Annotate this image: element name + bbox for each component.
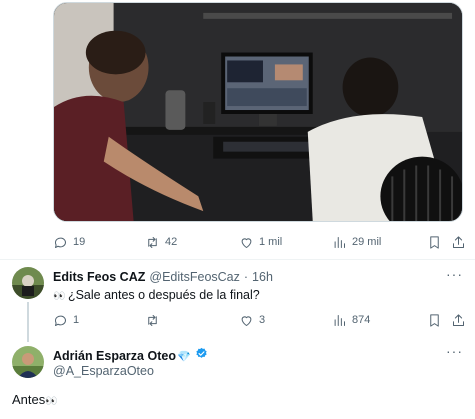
thread-line bbox=[27, 302, 29, 342]
retweet-button[interactable] bbox=[145, 313, 165, 328]
speech-bubble-icon bbox=[54, 237, 66, 248]
author-name[interactable]: Edits Feos CAZ bbox=[53, 270, 145, 284]
avatar[interactable] bbox=[12, 267, 44, 299]
like-count: 3 bbox=[259, 314, 266, 326]
reply-header: Edits Feos CAZ @EditsFeosCaz · 16h bbox=[53, 270, 273, 284]
editing-room-photo bbox=[54, 3, 462, 221]
heart-icon bbox=[241, 237, 252, 248]
avatar[interactable] bbox=[12, 346, 44, 378]
views-button[interactable]: 874 bbox=[332, 313, 370, 328]
reply-button[interactable]: 19 bbox=[53, 235, 85, 250]
author-header: Adrián Esparza Oteo 💎 bbox=[53, 347, 208, 363]
retweet-count: 42 bbox=[165, 236, 178, 248]
reply-action-bar: 1 3 874 bbox=[53, 309, 469, 331]
reply-button[interactable]: 1 bbox=[53, 313, 79, 328]
reply-text-body: ¿Sale antes o después de la final? bbox=[67, 288, 260, 302]
reply-count: 1 bbox=[73, 314, 80, 326]
share-button[interactable] bbox=[451, 235, 466, 250]
retweet-button[interactable]: 42 bbox=[145, 235, 177, 250]
like-button[interactable]: 3 bbox=[239, 313, 265, 328]
author-handle[interactable]: @A_EsparzaOteo bbox=[53, 364, 154, 378]
more-dots-icon[interactable]: ··· bbox=[446, 343, 463, 359]
bookmark-icon bbox=[430, 235, 439, 249]
separator-dot: · bbox=[243, 270, 249, 284]
eyes-emoji: 👀 bbox=[53, 291, 65, 302]
reply-count: 19 bbox=[73, 236, 86, 248]
heart-icon bbox=[241, 315, 252, 326]
share-button[interactable] bbox=[451, 313, 466, 328]
share-upload-icon bbox=[453, 313, 464, 326]
post-media-image[interactable] bbox=[53, 2, 463, 222]
speech-bubble-icon bbox=[54, 315, 66, 326]
like-count: 1 mil bbox=[259, 236, 283, 248]
bar-chart-icon bbox=[334, 236, 345, 248]
view-count: 29 mil bbox=[352, 236, 382, 248]
more-dots-icon[interactable]: ··· bbox=[446, 266, 463, 282]
post-action-bar: 19 42 1 mil 29 mil bbox=[53, 231, 469, 253]
diamond-emoji: 💎 bbox=[176, 351, 191, 363]
timestamp[interactable]: 16h bbox=[252, 270, 273, 284]
view-count: 874 bbox=[352, 314, 371, 326]
divider bbox=[0, 259, 475, 260]
retweet-arrows-icon bbox=[148, 314, 157, 326]
bookmark-button[interactable] bbox=[427, 313, 442, 328]
reply-text: Antes👀 bbox=[12, 392, 58, 407]
verified-badge-icon bbox=[196, 347, 207, 358]
retweet-arrows-icon bbox=[148, 236, 157, 248]
reply-text-body: Antes bbox=[12, 392, 46, 407]
bookmark-button[interactable] bbox=[427, 235, 442, 250]
like-button[interactable]: 1 mil bbox=[239, 235, 282, 250]
views-button[interactable]: 29 mil bbox=[332, 235, 381, 250]
reply-text: 👀 ¿Sale antes o después de la final? bbox=[53, 288, 260, 302]
eyes-emoji: 👀 bbox=[45, 396, 57, 407]
author-name[interactable]: Adrián Esparza Oteo bbox=[53, 349, 176, 363]
share-upload-icon bbox=[453, 235, 464, 248]
bookmark-icon bbox=[430, 313, 439, 327]
bar-chart-icon bbox=[334, 314, 345, 326]
author-handle[interactable]: @EditsFeosCaz bbox=[149, 270, 240, 284]
